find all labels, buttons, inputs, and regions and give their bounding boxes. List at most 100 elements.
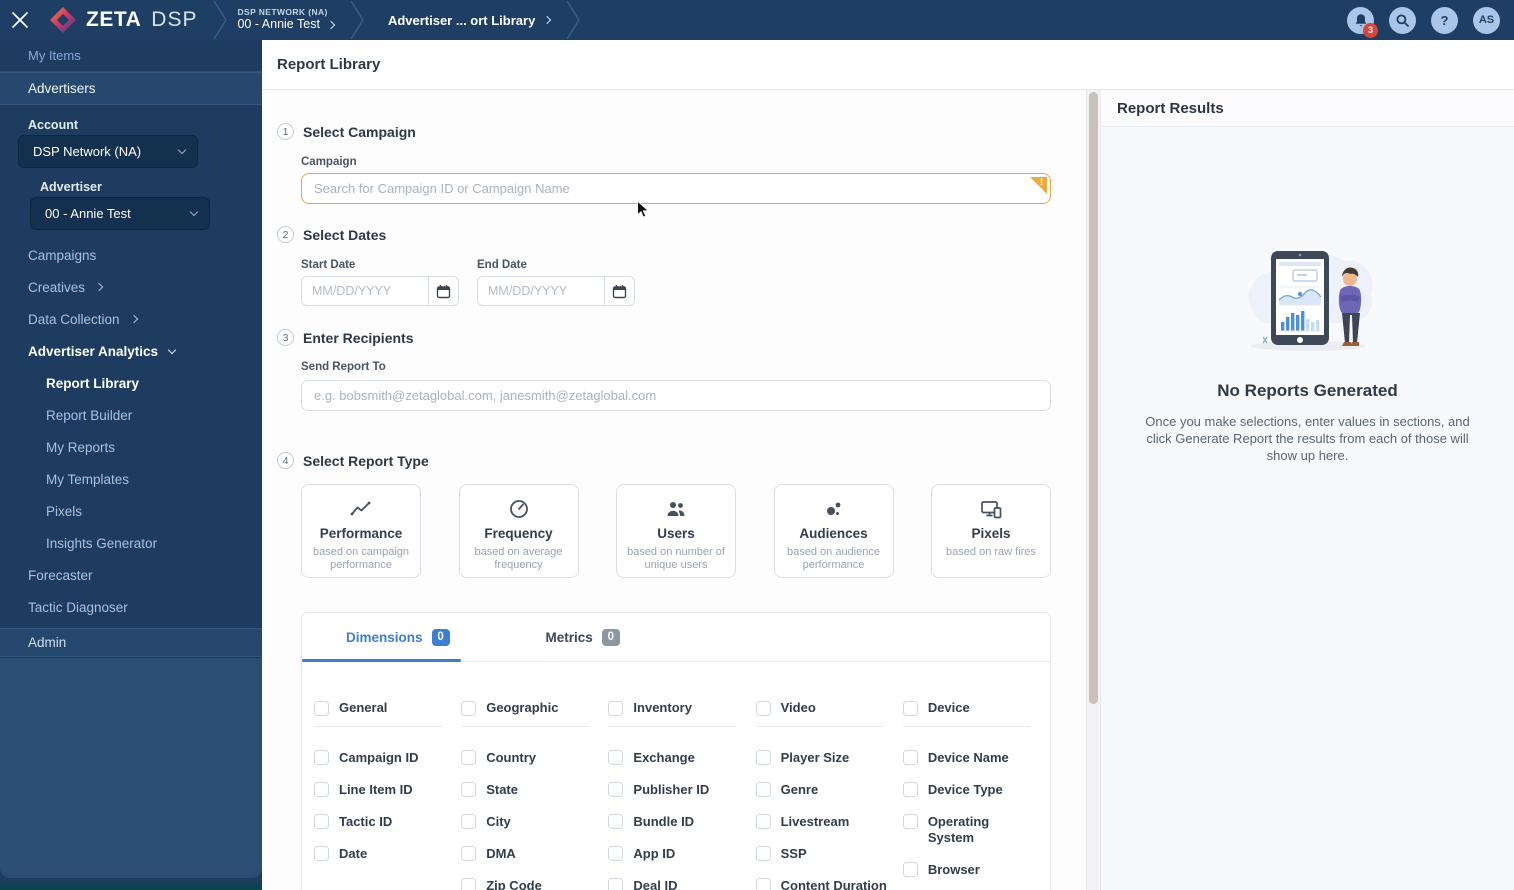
sidebar-item-data-collection[interactable]: Data Collection [0, 303, 262, 335]
checkbox-livestream[interactable] [755, 814, 771, 829]
report-type-pixels[interactable]: Pixels based on raw fires [931, 484, 1051, 578]
sidebar-item-insights-generator[interactable]: Insights Generator [0, 527, 262, 559]
checkbox-city[interactable] [461, 814, 477, 829]
checkbox-group-video[interactable] [755, 700, 771, 716]
checkbox-group-device[interactable] [902, 700, 918, 716]
checkbox-content-duration[interactable] [755, 878, 771, 890]
empty-state-text: Once you make selections, enter values i… [1145, 414, 1470, 463]
checkbox-browser[interactable] [902, 862, 918, 877]
account-select-value: DSP Network (NA) [33, 144, 142, 159]
dimension-row: Country [461, 750, 608, 766]
sidebar-nav: Campaigns Creatives Data Collection Adve… [0, 239, 262, 623]
help-button[interactable]: ? [1431, 6, 1458, 34]
dimension-group-general: General Campaign ID Line Item ID Tactic … [314, 699, 461, 890]
checkbox-publisher-id[interactable] [608, 782, 624, 797]
bubbles-icon [826, 502, 840, 515]
breadcrumb-page[interactable]: Advertiser ... ort Library [388, 13, 552, 28]
campaign-search-input[interactable] [301, 173, 1051, 204]
breadcrumb-separator [350, 0, 364, 40]
checkbox-app-id[interactable] [608, 846, 624, 861]
dimension-row: Livestream [755, 814, 903, 830]
sidebar-item-pixels[interactable]: Pixels [0, 495, 262, 527]
checkbox-state[interactable] [461, 782, 477, 797]
calendar-icon[interactable] [428, 277, 458, 305]
account-select[interactable]: DSP Network (NA) [18, 135, 198, 168]
checkbox-line-item-id[interactable] [314, 782, 329, 797]
breadcrumb-account[interactable]: DSP NETWORK (NA) 00 - Annie Test [237, 8, 336, 31]
sidebar-item-advertisers[interactable]: Advertisers [0, 72, 262, 105]
dimension-row: Content Duration [755, 878, 903, 890]
chevron-down-icon [177, 145, 187, 155]
send-report-to-label: Send Report To [301, 361, 386, 373]
calendar-icon[interactable] [604, 277, 634, 305]
trend-icon [350, 501, 371, 516]
checkbox-group-general[interactable] [314, 700, 329, 716]
main-scrollbar [1086, 90, 1100, 890]
chevron-right-icon[interactable] [326, 20, 336, 29]
notifications-button[interactable]: 3 [1347, 6, 1378, 38]
start-date-input[interactable] [302, 277, 428, 305]
checkbox-genre[interactable] [755, 782, 771, 797]
page-title: Report Library [277, 56, 381, 73]
checkbox-deal-id[interactable] [608, 878, 624, 890]
breadcrumb-separator [566, 0, 581, 40]
sidebar-item-my-templates[interactable]: My Templates [0, 463, 262, 495]
checkbox-group-inventory[interactable] [608, 700, 624, 716]
step-title-select-campaign: Select Campaign [303, 123, 416, 140]
sidebar-item-advertiser-analytics[interactable]: Advertiser Analytics [0, 335, 262, 367]
checkbox-tactic-id[interactable] [314, 814, 329, 829]
checkbox-dma[interactable] [461, 846, 477, 861]
dimension-group-video: Video Player Size Genre Livestream SSP C… [755, 699, 903, 890]
checkbox-ssp[interactable] [755, 846, 771, 861]
checkbox-group-geographic[interactable] [461, 700, 477, 716]
dimension-row: SSP [755, 846, 903, 862]
dimension-row: DMA [461, 846, 608, 862]
dimension-row: Device Type [902, 782, 1050, 798]
checkbox-device-type[interactable] [902, 782, 918, 797]
report-type-users[interactable]: Users based on number of unique users [616, 484, 736, 578]
checkbox-campaign-id[interactable] [314, 750, 329, 765]
sidebar-item-tactic-diagnoser[interactable]: Tactic Diagnoser [0, 591, 262, 623]
sidebar-item-campaigns[interactable]: Campaigns [0, 239, 262, 271]
sidebar-item-creatives[interactable]: Creatives [0, 271, 262, 303]
recipients-input[interactable] [301, 380, 1051, 411]
active-tab-indicator [302, 659, 461, 662]
avatar[interactable]: AS [1473, 6, 1500, 34]
step-title-select-dates: Select Dates [303, 226, 387, 243]
report-type-performance[interactable]: Performance based on campaign performanc… [301, 484, 421, 578]
report-type-frequency[interactable]: Frequency based on average frequency [458, 484, 579, 578]
dimension-group-inventory: Inventory Exchange Publisher ID Bundle I… [608, 699, 755, 890]
empty-state-title: No Reports Generated [1217, 381, 1398, 400]
report-type-audiences[interactable]: Audiences based on audience performance [773, 484, 894, 578]
checkbox-country[interactable] [461, 750, 477, 765]
advertiser-select[interactable]: 00 - Annie Test [30, 197, 210, 230]
chevron-right-icon[interactable] [543, 15, 552, 25]
close-icon[interactable] [0, 0, 40, 40]
notification-badge: 3 [1363, 22, 1378, 38]
campaign-search-field: ! [301, 173, 1051, 204]
checkbox-player-size[interactable] [755, 750, 771, 765]
checkbox-zip-code[interactable] [461, 878, 477, 890]
search-button[interactable] [1389, 6, 1416, 34]
checkbox-date[interactable] [314, 846, 329, 861]
dimension-row: State [461, 782, 608, 798]
warning-corner-icon: ! [1030, 177, 1047, 194]
sidebar-item-report-library[interactable]: Report Library [0, 367, 262, 399]
sidebar-item-my-items[interactable]: My Items [0, 40, 262, 72]
checkbox-operating-system[interactable] [902, 814, 918, 829]
step-title-select-report-type: Select Report Type [303, 452, 429, 469]
sidebar-item-my-reports[interactable]: My Reports [0, 431, 262, 463]
scrollbar-thumb[interactable] [1089, 92, 1098, 704]
tab-dimensions[interactable]: Dimensions 0 [346, 628, 450, 646]
tab-metrics[interactable]: Metrics 0 [546, 628, 620, 646]
dimension-row: Tactic ID [314, 814, 461, 830]
sidebar-item-admin[interactable]: Admin [0, 628, 262, 657]
sidebar-item-report-builder[interactable]: Report Builder [0, 399, 262, 431]
chevron-right-icon [129, 314, 138, 324]
sidebar-item-forecaster[interactable]: Forecaster [0, 559, 262, 591]
checkbox-exchange[interactable] [608, 750, 624, 765]
checkbox-device-name[interactable] [902, 750, 918, 765]
report-type-cards: Performance based on campaign performanc… [301, 484, 1051, 578]
end-date-input[interactable] [478, 277, 604, 305]
checkbox-bundle-id[interactable] [608, 814, 624, 829]
